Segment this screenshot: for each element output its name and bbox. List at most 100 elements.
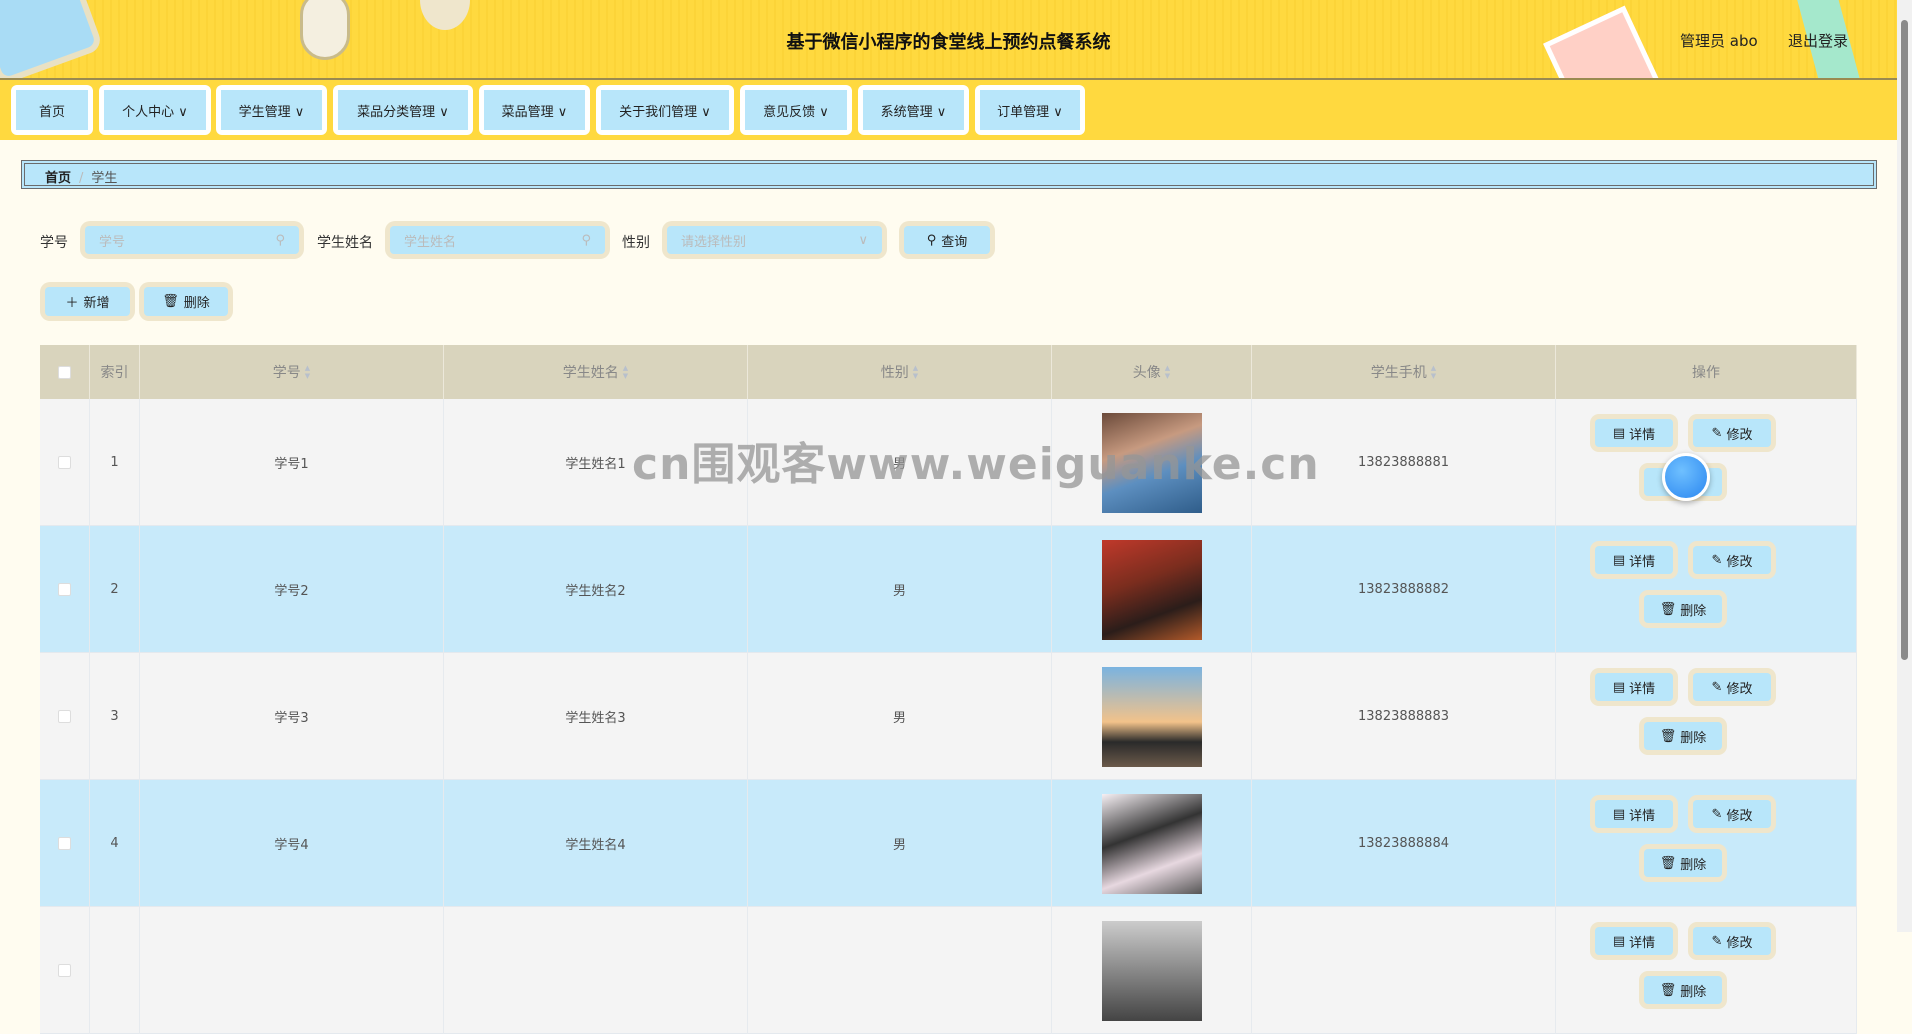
avatar-image[interactable] bbox=[1101, 666, 1202, 767]
avatar-image[interactable] bbox=[1101, 539, 1202, 640]
nav-item[interactable]: 订单管理 ∨ bbox=[975, 85, 1085, 135]
delete-button[interactable]: 🗑删除 bbox=[1639, 971, 1727, 1009]
cell-name: 学生姓名3 bbox=[565, 711, 626, 726]
delete-button[interactable]: 🗑删除 bbox=[1639, 717, 1727, 755]
edit-label: 修改 bbox=[1726, 808, 1753, 824]
detail-button[interactable]: ▤ 详情 bbox=[1590, 795, 1678, 833]
scrollbar[interactable] bbox=[1897, 0, 1912, 932]
checkbox-cell[interactable] bbox=[40, 780, 90, 907]
checkbox-cell[interactable] bbox=[40, 653, 90, 780]
header-checkbox-cell[interactable] bbox=[40, 345, 90, 399]
sort-icon[interactable]: ▲ ▼ bbox=[305, 364, 310, 380]
current-user: 管理员 abo bbox=[1680, 32, 1758, 50]
breadcrumb-home[interactable]: 首页 bbox=[45, 171, 71, 186]
cell-index: 3 bbox=[110, 709, 119, 724]
row-checkbox[interactable] bbox=[58, 964, 71, 977]
sort-icon[interactable]: ▲ ▼ bbox=[623, 364, 628, 380]
detail-button[interactable]: ▤ 详情 bbox=[1590, 922, 1678, 960]
detail-button[interactable]: ▤ 详情 bbox=[1590, 668, 1678, 706]
checkbox-cell[interactable] bbox=[40, 907, 90, 1034]
plus-icon: ＋ bbox=[65, 296, 79, 311]
column-header[interactable]: 性别 ▲ ▼ bbox=[748, 345, 1052, 399]
gender-select[interactable]: 请选择性别 ∨ bbox=[662, 221, 887, 259]
column-header: 操作 bbox=[1556, 345, 1857, 399]
column-header[interactable]: 学号 ▲ ▼ bbox=[140, 345, 444, 399]
document-icon: ▤ bbox=[1612, 806, 1626, 822]
operations-cell: ▤详情 ✎修改 🗑删除 bbox=[1556, 907, 1857, 1034]
logout-link[interactable]: 退出登录 bbox=[1788, 30, 1848, 51]
row-checkbox[interactable] bbox=[58, 837, 71, 850]
avatar-image[interactable] bbox=[1101, 412, 1202, 513]
detail-button[interactable]: ▤ 详情 bbox=[1590, 541, 1678, 579]
nav-item-label: 意见反馈 ∨ bbox=[745, 90, 847, 130]
detail-button[interactable]: ▤ 详情 bbox=[1590, 414, 1678, 452]
document-icon: ▤ bbox=[1612, 552, 1626, 568]
table-cell: 男 bbox=[748, 780, 1052, 907]
sort-icon[interactable]: ▲ ▼ bbox=[1431, 364, 1436, 380]
nav-item[interactable]: 学生管理 ∨ bbox=[216, 85, 327, 135]
student-name-input[interactable]: 学生姓名 ⚲ bbox=[385, 221, 610, 259]
scrollbar-thumb[interactable] bbox=[1901, 20, 1908, 660]
document-icon: ▤ bbox=[1612, 679, 1626, 695]
nav-item[interactable]: 关于我们管理 ∨ bbox=[596, 85, 734, 135]
row-checkbox[interactable] bbox=[58, 583, 71, 596]
edit-button[interactable]: ✎ 修改 bbox=[1688, 922, 1776, 960]
edit-label: 修改 bbox=[1726, 554, 1753, 570]
search-icon: ⚲ bbox=[275, 232, 285, 248]
edit-button[interactable]: ✎ 修改 bbox=[1688, 795, 1776, 833]
delete-label: 删除 bbox=[183, 296, 210, 311]
avatar-image[interactable] bbox=[1101, 920, 1202, 1021]
cell-name: 学生姓名4 bbox=[565, 838, 626, 853]
trash-icon: 🗑 bbox=[162, 294, 179, 309]
delete-button[interactable]: 🗑删除 bbox=[1639, 590, 1727, 628]
avatar-cell bbox=[1052, 653, 1252, 780]
column-header-label: 学生姓名 bbox=[562, 365, 619, 381]
nav-item[interactable]: 首页 bbox=[11, 85, 93, 135]
row-checkbox[interactable] bbox=[58, 456, 71, 469]
sort-icon[interactable]: ▲ ▼ bbox=[913, 364, 918, 380]
table-row: 3 学号3 学生姓名3 男 13823888883 ▤ 详情 ✎ 修改 🗑 删除 bbox=[40, 653, 1857, 780]
nav-item[interactable]: 菜品分类管理 ∨ bbox=[333, 85, 473, 135]
nav-item[interactable]: 意见反馈 ∨ bbox=[740, 85, 852, 135]
table-row: ▤ 详情 ✎ 修改 🗑 删除 bbox=[40, 907, 1857, 1034]
cell-index: 2 bbox=[110, 582, 119, 597]
table-row: 1 学号1 学生姓名1 男 13823888881 ▤详情 ✎修改 🗑删除 bbox=[40, 399, 1857, 526]
trash-icon: 🗑 bbox=[1659, 855, 1677, 871]
student-id-label: 学号 bbox=[40, 235, 68, 251]
query-button[interactable]: ⚲ 查询 bbox=[899, 221, 995, 259]
batch-delete-button[interactable]: 🗑 删除 bbox=[139, 282, 233, 321]
column-header[interactable]: 头像 ▲ ▼ bbox=[1052, 345, 1252, 399]
table-cell bbox=[1252, 907, 1556, 1034]
edit-button[interactable]: ✎ 修改 bbox=[1688, 541, 1776, 579]
sort-icon[interactable]: ▲ ▼ bbox=[1165, 364, 1170, 380]
student-id-placeholder: 学号 bbox=[99, 234, 126, 250]
checkbox-cell[interactable] bbox=[40, 526, 90, 653]
avatar-image[interactable] bbox=[1101, 793, 1202, 894]
detail-label: 详情 bbox=[1629, 554, 1656, 570]
query-label: 查询 bbox=[941, 234, 968, 250]
edit-button[interactable]: ✎ 修改 bbox=[1688, 414, 1776, 452]
column-header[interactable]: 学生手机 ▲ ▼ bbox=[1252, 345, 1556, 399]
add-button[interactable]: ＋ 新增 bbox=[40, 282, 135, 321]
table-cell: 学号2 bbox=[140, 526, 444, 653]
pencil-icon: ✎ bbox=[1711, 552, 1723, 568]
search-icon: ⚲ bbox=[926, 232, 937, 248]
nav-item[interactable]: 个人中心 ∨ bbox=[99, 85, 211, 135]
student-id-input[interactable]: 学号 ⚲ bbox=[80, 221, 304, 259]
delete-button[interactable]: 🗑删除 bbox=[1639, 844, 1727, 882]
row-checkbox[interactable] bbox=[58, 710, 71, 723]
nav-item[interactable]: 菜品管理 ∨ bbox=[479, 85, 590, 135]
floating-assistant-button[interactable] bbox=[1662, 453, 1710, 501]
operations-cell: ▤详情 ✎修改 🗑删除 bbox=[1556, 653, 1857, 780]
select-all-checkbox[interactable] bbox=[58, 365, 71, 379]
column-header[interactable]: 学生姓名 ▲ ▼ bbox=[444, 345, 748, 399]
table-cell bbox=[444, 907, 748, 1034]
table-cell bbox=[748, 907, 1052, 1034]
cell-phone: 13823888881 bbox=[1358, 455, 1449, 470]
checkbox-cell[interactable] bbox=[40, 399, 90, 526]
delete-label: 删除 bbox=[1680, 603, 1707, 619]
nav-item-label: 系统管理 ∨ bbox=[863, 90, 964, 130]
nav-item[interactable]: 系统管理 ∨ bbox=[858, 85, 969, 135]
edit-button[interactable]: ✎ 修改 bbox=[1688, 668, 1776, 706]
table-cell: 学生姓名3 bbox=[444, 653, 748, 780]
